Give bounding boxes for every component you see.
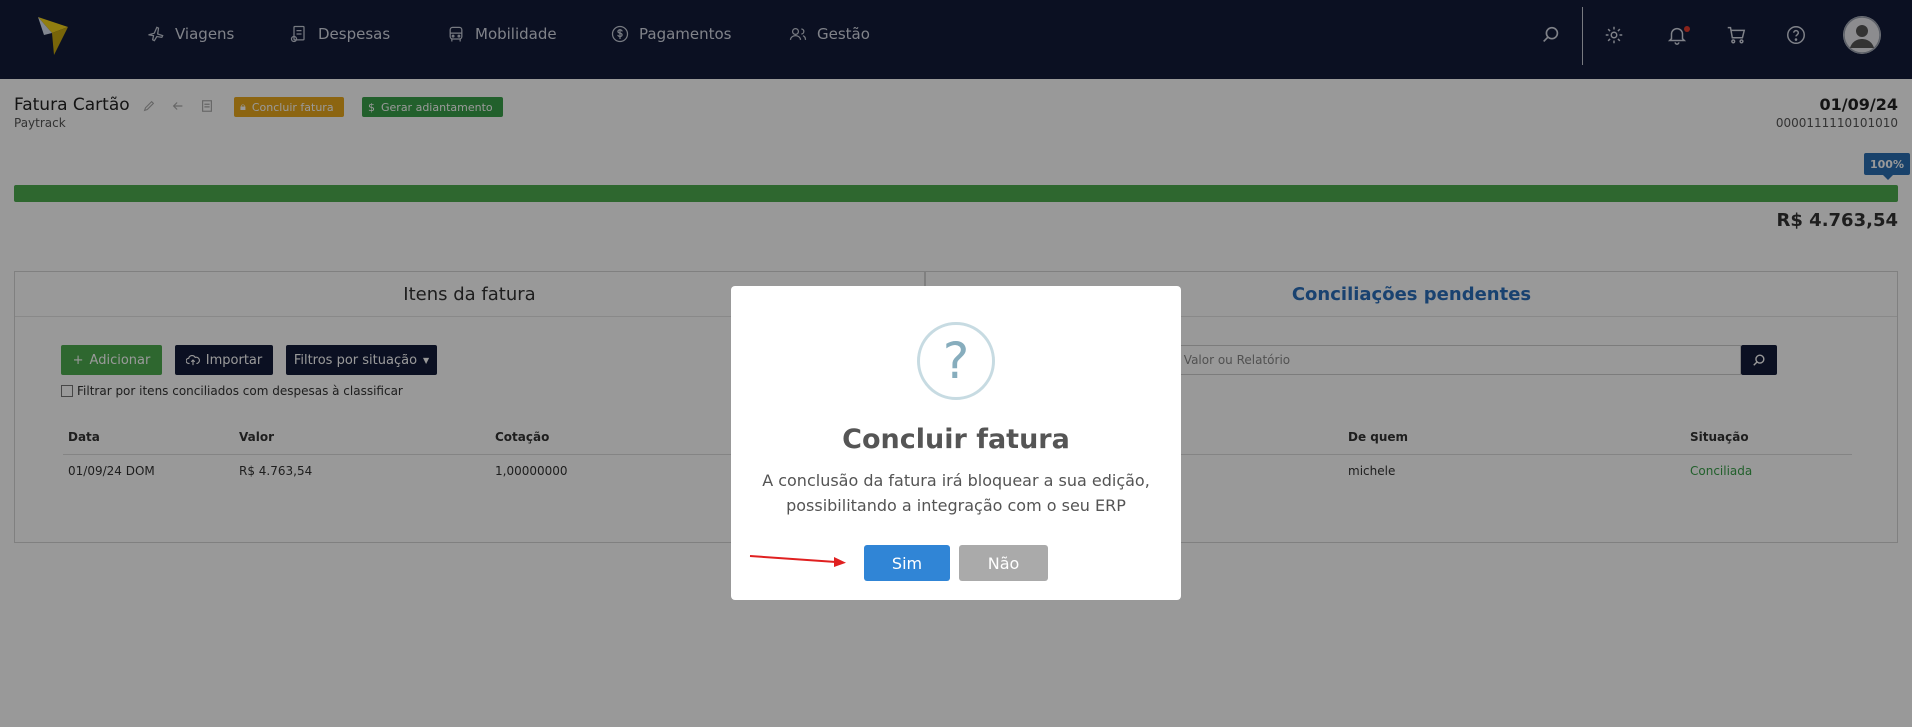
confirm-sim-button[interactable]: Sim	[864, 545, 950, 581]
dialog-title: Concluir fatura	[842, 424, 1070, 455]
annotation-arrow-icon	[749, 555, 846, 567]
question-icon: ?	[917, 322, 995, 400]
question-mark: ?	[942, 332, 970, 390]
cancel-nao-button[interactable]: Não	[959, 545, 1048, 581]
dialog-message: A conclusão da fatura irá bloquear a sua…	[762, 471, 1150, 515]
